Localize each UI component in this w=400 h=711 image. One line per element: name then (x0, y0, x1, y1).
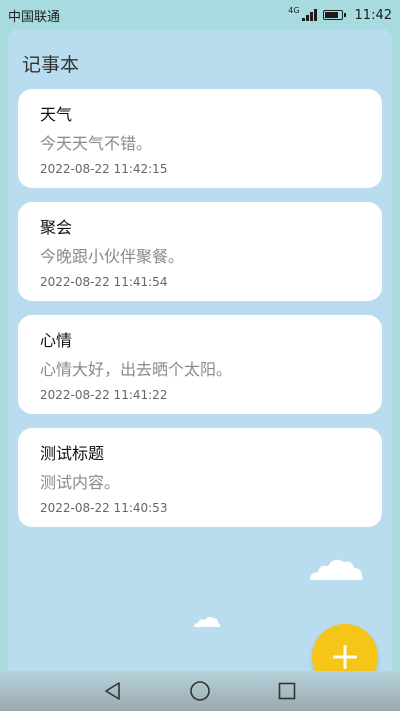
cloud-icon (310, 559, 363, 580)
cloud-icon (194, 616, 221, 627)
battery-icon (322, 10, 346, 20)
network-type-label: 4G (288, 5, 300, 15)
note-card[interactable]: 测试标题 测试内容。 2022-08-22 11:40:53 (18, 428, 382, 527)
navigation-bar (0, 671, 400, 711)
status-icons: 4G 11:42 (288, 5, 392, 23)
note-title: 心情 (40, 331, 73, 350)
note-card[interactable]: 心情 心情大好，出去晒个太阳。 2022-08-22 11:41:22 (18, 315, 382, 414)
note-content: 心情大好，出去晒个太阳。 (40, 360, 233, 379)
home-circle-icon (190, 681, 210, 701)
battery-level (324, 12, 339, 18)
note-timestamp: 2022-08-22 11:42:15 (40, 162, 168, 176)
back-triangle-icon (105, 682, 121, 700)
screen: 中国联通 4G 11:42 记事本 天气 今天天气不错。 2022-08-22 … (0, 0, 400, 711)
status-bar: 中国联通 4G 11:42 (0, 0, 400, 30)
note-card[interactable]: 天气 今天天气不错。 2022-08-22 11:42:15 (18, 89, 382, 188)
recents-button[interactable] (272, 676, 302, 706)
note-title: 聚会 (40, 218, 73, 237)
home-button[interactable] (185, 676, 215, 706)
note-timestamp: 2022-08-22 11:41:54 (40, 275, 168, 289)
back-button[interactable] (98, 676, 128, 706)
note-timestamp: 2022-08-22 11:40:53 (40, 501, 168, 515)
note-card[interactable]: 聚会 今晚跟小伙伴聚餐。 2022-08-22 11:41:54 (18, 202, 382, 301)
note-content: 今晚跟小伙伴聚餐。 (40, 247, 185, 266)
clock: 11:42 (354, 7, 392, 23)
note-content: 今天天气不错。 (40, 134, 153, 153)
app-title: 记事本 (22, 54, 80, 76)
recents-square-icon (278, 682, 295, 700)
signal-icon (301, 9, 317, 21)
note-title: 天气 (40, 105, 73, 124)
note-title: 测试标题 (40, 444, 105, 463)
carrier-label: 中国联通 (8, 9, 61, 25)
note-content: 测试内容。 (40, 473, 121, 492)
plus-icon (333, 645, 357, 669)
note-timestamp: 2022-08-22 11:41:22 (40, 388, 168, 402)
